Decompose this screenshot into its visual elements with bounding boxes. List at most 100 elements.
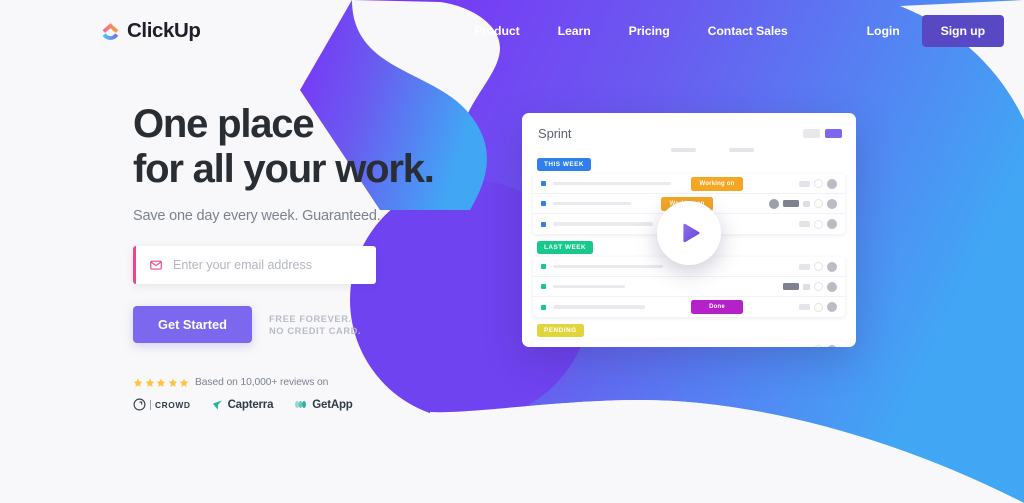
hero-section: One place for all your work. Save one da… xyxy=(133,102,533,411)
meta-ring-icon xyxy=(814,219,823,229)
row-meta xyxy=(799,344,837,347)
table-row[interactable] xyxy=(533,340,845,347)
row-meta xyxy=(799,178,837,189)
headline-line-1: One place xyxy=(133,102,315,146)
row-status-cell: Done xyxy=(691,300,753,314)
logo-text: ClickUp xyxy=(127,19,201,42)
signup-button[interactable]: Sign up xyxy=(921,15,1004,47)
meta-chip xyxy=(799,180,810,187)
group-tag-this-week[interactable]: THIS WEEK xyxy=(537,158,592,171)
rating-row: Based on 10,000+ reviews on xyxy=(133,377,533,388)
avatar xyxy=(827,344,837,347)
row-title-placeholder xyxy=(553,264,663,269)
column-header-status xyxy=(671,148,696,152)
meta-chip xyxy=(803,283,810,290)
review-brand-logos: CROWD Capterra GetApp xyxy=(133,398,533,411)
reviews-section: Based on 10,000+ reviews on CROWD Capter… xyxy=(133,377,533,411)
star-rating xyxy=(133,378,189,388)
star-icon xyxy=(179,378,189,387)
brand-capterra[interactable]: Capterra xyxy=(212,398,274,411)
row-meta xyxy=(769,198,837,209)
row-status-dot xyxy=(541,264,546,269)
capterra-icon xyxy=(212,400,222,409)
mockup-title: Sprint xyxy=(538,126,572,141)
status-pill: Done xyxy=(691,300,743,314)
status-pill: Working on xyxy=(691,176,743,191)
row-title-placeholder xyxy=(553,305,645,309)
meta-chip xyxy=(783,283,799,290)
cta-row: Get Started FREE FOREVER. NO CREDIT CARD… xyxy=(133,306,533,343)
nav-item-contact-sales[interactable]: Contact Sales xyxy=(708,18,788,44)
meta-chip xyxy=(783,200,799,207)
headline-line-2: for all your work. xyxy=(133,147,435,191)
meta-ring-icon xyxy=(814,262,823,271)
group-tag-pending[interactable]: PENDING xyxy=(537,324,584,337)
group-tag-last-week[interactable]: LAST WEEK xyxy=(537,241,594,254)
row-meta xyxy=(799,302,837,312)
nav-primary-links: Product Learn Pricing Contact Sales xyxy=(474,18,788,44)
avatar xyxy=(827,219,837,229)
clickup-logo-icon xyxy=(102,22,119,40)
meta-chip xyxy=(803,200,810,207)
g2-icon xyxy=(133,398,146,411)
avatar xyxy=(827,302,837,312)
row-status-dot xyxy=(541,181,546,186)
meta-chip xyxy=(799,221,810,227)
row-status-dot xyxy=(541,201,546,206)
meta-ring-icon xyxy=(814,302,823,312)
meta-ring-icon xyxy=(814,199,823,208)
brand-getapp[interactable]: GetApp xyxy=(294,398,353,411)
star-icon xyxy=(133,378,143,387)
task-group-pending xyxy=(533,340,845,347)
row-status-cell: Working on xyxy=(691,176,753,191)
view-toggle-board[interactable] xyxy=(825,129,842,138)
nav-item-product[interactable]: Product xyxy=(474,18,520,44)
get-started-button[interactable]: Get Started xyxy=(133,306,252,343)
meta-chip xyxy=(799,304,810,310)
nav-account-actions: Login Sign up xyxy=(867,15,1004,47)
site-header: ClickUp Product Learn Pricing Contact Sa… xyxy=(0,0,1024,62)
avatar xyxy=(827,281,837,292)
avatar xyxy=(827,261,837,272)
cta-disclaimer: FREE FOREVER. NO CREDIT CARD. xyxy=(269,313,361,337)
row-meta xyxy=(783,281,837,292)
row-status-dot xyxy=(541,221,546,227)
meta-chip xyxy=(799,346,810,347)
email-input[interactable] xyxy=(173,258,376,272)
nav-item-pricing[interactable]: Pricing xyxy=(629,18,670,44)
getapp-icon xyxy=(295,401,307,408)
cta-note-line-2: NO CREDIT CARD. xyxy=(268,325,362,336)
email-input-wrapper[interactable] xyxy=(133,246,376,284)
avatar xyxy=(827,178,837,189)
avatar xyxy=(769,198,779,209)
brand-getapp-label: GetApp xyxy=(312,398,353,411)
brand-capterra-label: Capterra xyxy=(227,398,274,411)
row-title-placeholder xyxy=(553,284,625,289)
table-row[interactable] xyxy=(533,277,845,297)
table-row[interactable]: Working on xyxy=(533,174,845,194)
mockup-header: Sprint xyxy=(522,113,856,144)
row-status-dot xyxy=(541,284,546,289)
meta-ring-icon xyxy=(814,345,823,347)
logo[interactable]: ClickUp xyxy=(101,19,201,43)
brand-g2crowd[interactable]: CROWD xyxy=(133,398,191,411)
row-status-dot xyxy=(541,304,546,310)
row-meta xyxy=(799,261,837,272)
login-link[interactable]: Login xyxy=(867,18,900,44)
video-play-button[interactable] xyxy=(657,201,721,265)
cta-note-line-1: FREE FOREVER. xyxy=(268,313,352,324)
view-toggle-list[interactable] xyxy=(803,129,820,138)
meta-ring-icon xyxy=(814,179,823,188)
task-group-last-week: Done xyxy=(533,257,845,317)
star-icon xyxy=(168,378,177,387)
brand-g2crowd-label: CROWD xyxy=(150,399,191,410)
page-title: One place for all your work. xyxy=(133,102,533,192)
mockup-column-headers xyxy=(533,148,845,152)
nav-item-learn[interactable]: Learn xyxy=(558,18,591,44)
hero-subheadline: Save one day every week. Guaranteed. xyxy=(133,208,381,224)
table-row[interactable]: Done xyxy=(533,297,845,317)
star-icon xyxy=(156,378,166,387)
row-title-placeholder xyxy=(553,201,631,206)
mockup-view-toggles xyxy=(803,129,842,138)
reviews-text: Based on 10,000+ reviews on xyxy=(195,377,329,388)
